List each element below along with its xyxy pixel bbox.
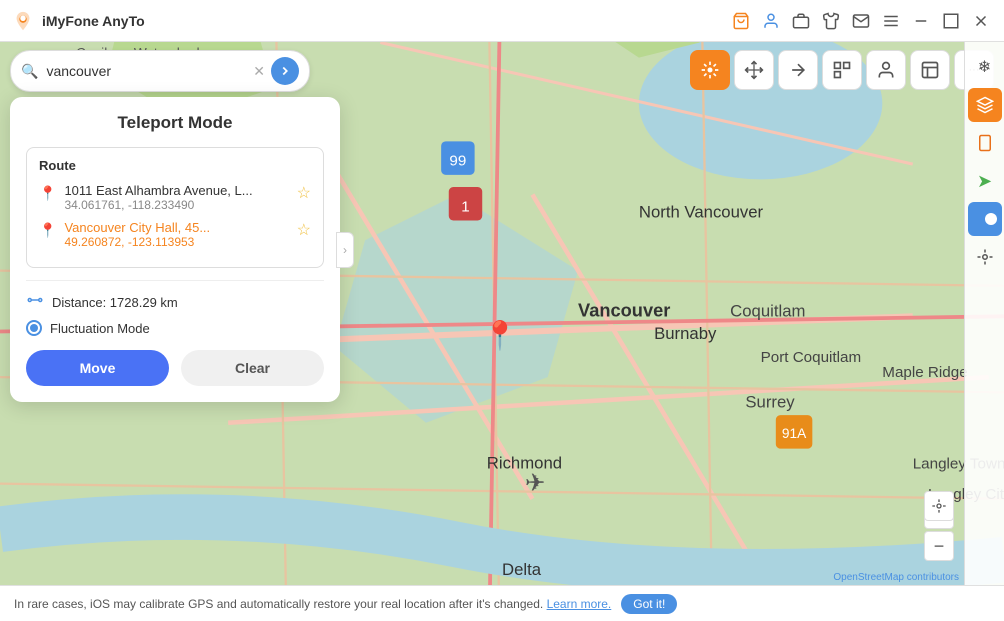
distance-icon	[26, 291, 44, 314]
svg-text:Maple Ridge: Maple Ridge	[882, 364, 967, 381]
maximize-btn[interactable]	[940, 10, 962, 32]
menu-icon[interactable]	[880, 10, 902, 32]
move-button[interactable]: Move	[26, 350, 169, 386]
close-btn[interactable]	[970, 10, 992, 32]
svg-text:Vancouver: Vancouver	[578, 299, 670, 320]
from-route-item: 📍 1011 East Alhambra Avenue, L... 34.061…	[39, 183, 311, 212]
action-buttons: Move Clear	[26, 350, 324, 386]
cart-icon[interactable]	[730, 10, 752, 32]
teleport-mode-btn[interactable]	[690, 50, 730, 90]
phone-icon[interactable]	[968, 126, 1002, 160]
learn-more-link[interactable]: Learn more.	[547, 597, 612, 611]
app-icon	[12, 10, 34, 32]
person-mode-btn[interactable]	[866, 50, 906, 90]
search-bar: 🔍 ✕	[10, 50, 310, 92]
osm-link[interactable]: OpenStreetMap contributors	[833, 572, 959, 583]
to-star-btn[interactable]: ☆	[297, 220, 311, 240]
route-mode-btn[interactable]	[778, 50, 818, 90]
fluctuation-mode-label: Fluctuation Mode	[50, 321, 150, 336]
radio-icon	[26, 320, 42, 336]
svg-text:Port Coquitlam: Port Coquitlam	[761, 349, 862, 366]
location-center-icon[interactable]	[968, 240, 1002, 274]
notification-text: In rare cases, iOS may calibrate GPS and…	[14, 597, 543, 611]
from-dot-icon: 📍	[39, 185, 56, 202]
search-icon: 🔍	[21, 63, 38, 80]
to-dot-icon: 📍	[39, 222, 56, 239]
history-btn[interactable]	[910, 50, 950, 90]
svg-text:Delta: Delta	[502, 560, 542, 579]
tshirt-icon[interactable]	[820, 10, 842, 32]
snowflake-icon[interactable]: ❄	[968, 50, 1002, 84]
svg-text:91A: 91A	[782, 426, 807, 441]
search-input[interactable]	[46, 63, 253, 79]
location-btn[interactable]	[924, 491, 954, 521]
svg-text:Burnaby: Burnaby	[654, 324, 717, 343]
top-toolbar: ···	[690, 50, 994, 90]
route-box: Route 📍 1011 East Alhambra Avenue, L... …	[26, 147, 324, 268]
to-address: Vancouver City Hall, 45...	[64, 220, 290, 235]
svg-text:99: 99	[449, 153, 466, 170]
route-label: Route	[39, 158, 311, 173]
right-sidebar: ❄ ➤	[964, 42, 1004, 621]
svg-text:✈: ✈	[525, 470, 545, 497]
svg-text:1: 1	[461, 198, 469, 215]
collapse-handle[interactable]: ›	[336, 232, 354, 268]
from-coords: 34.061761, -118.233490	[64, 198, 290, 212]
to-coords: 49.260872, -123.113953	[64, 235, 290, 249]
layers-icon[interactable]	[968, 88, 1002, 122]
toggle-icon[interactable]	[968, 202, 1002, 236]
clear-search-btn[interactable]: ✕	[253, 63, 265, 80]
panel-title: Teleport Mode	[26, 113, 324, 133]
svg-text:Surrey: Surrey	[745, 393, 795, 412]
teleport-panel: Teleport Mode Route 📍 1011 East Alhambra…	[10, 97, 340, 402]
bag-icon[interactable]	[790, 10, 812, 32]
go-search-btn[interactable]	[271, 57, 299, 85]
got-it-btn[interactable]: Got it!	[621, 594, 677, 614]
mail-icon[interactable]	[850, 10, 872, 32]
from-star-btn[interactable]: ☆	[297, 183, 311, 203]
svg-text:Coquitlam: Coquitlam	[730, 301, 805, 320]
to-route-item: 📍 Vancouver City Hall, 45... 49.260872, …	[39, 220, 311, 249]
fluctuation-mode-row[interactable]: Fluctuation Mode	[26, 320, 324, 336]
titlebar: iMyFone AnyTo	[0, 0, 1004, 42]
map-pin: 📍	[483, 319, 518, 352]
notification-bar: In rare cases, iOS may calibrate GPS and…	[0, 585, 1004, 621]
move-mode-btn[interactable]	[734, 50, 774, 90]
multi-route-btn[interactable]	[822, 50, 862, 90]
title-controls	[730, 10, 992, 32]
osm-attribution: OpenStreetMap contributors	[833, 572, 959, 583]
distance-row: Distance: 1728.29 km	[26, 291, 324, 314]
svg-text:North Vancouver: North Vancouver	[639, 202, 764, 221]
minimize-btn[interactable]	[910, 10, 932, 32]
map-area[interactable]: Coquitlam Port Coquitlam Surrey Langley …	[0, 42, 1004, 621]
profile-icon[interactable]	[760, 10, 782, 32]
panel-divider	[26, 280, 324, 281]
green-arrow-icon[interactable]: ➤	[968, 164, 1002, 198]
from-address: 1011 East Alhambra Avenue, L...	[64, 183, 290, 198]
distance-text: Distance: 1728.29 km	[52, 295, 178, 310]
zoom-out-btn[interactable]: −	[924, 531, 954, 561]
radio-inner	[30, 324, 38, 332]
app-title: iMyFone AnyTo	[42, 13, 730, 29]
clear-button[interactable]: Clear	[181, 350, 324, 386]
